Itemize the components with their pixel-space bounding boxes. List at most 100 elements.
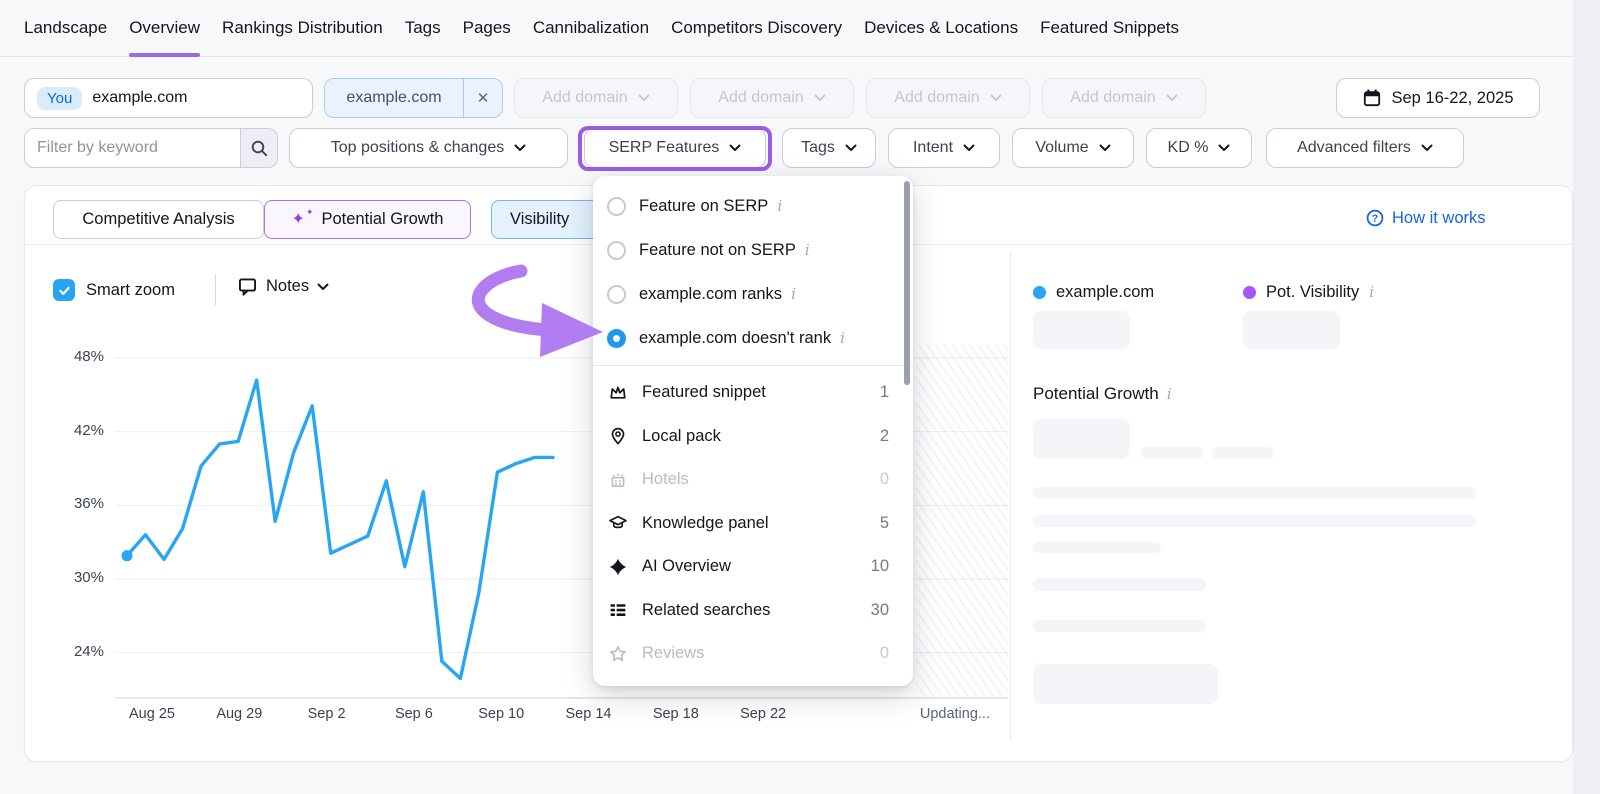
radio-icon[interactable]	[607, 285, 626, 304]
nav-item-competitors-discovery[interactable]: Competitors Discovery	[671, 0, 842, 57]
nav-item-devices-locations[interactable]: Devices & Locations	[864, 0, 1018, 57]
add-domain-dropdown-2[interactable]: Add domain	[690, 78, 854, 118]
feature-related-searches[interactable]: Related searches 30	[593, 589, 913, 633]
top-positions-filter[interactable]: Top positions & changes	[289, 128, 568, 168]
page-right-gutter	[1573, 0, 1600, 794]
nav-item-tags[interactable]: Tags	[405, 0, 441, 57]
you-domain-value: example.com	[92, 89, 187, 107]
notes-label: Notes	[266, 277, 309, 296]
info-icon[interactable]: i	[791, 287, 796, 302]
option-feature-not-on-serp[interactable]: Feature not on SERP i	[593, 228, 913, 272]
feature-count: 1	[880, 383, 889, 402]
keyword-filter-input[interactable]: Filter by keyword	[24, 128, 278, 168]
info-icon[interactable]: i	[1167, 387, 1172, 402]
crown-icon	[608, 383, 628, 403]
feature-ai-overview[interactable]: AI Overview 10	[593, 545, 913, 589]
nav-item-cannibalization[interactable]: Cannibalization	[533, 0, 649, 57]
nav-item-landscape[interactable]: Landscape	[24, 0, 107, 57]
serp-features-filter[interactable]: SERP Features	[584, 128, 766, 168]
info-icon[interactable]: i	[840, 331, 845, 346]
advanced-filters[interactable]: Advanced filters	[1266, 128, 1464, 168]
chevron-down-icon	[845, 144, 857, 152]
skeleton-loader	[1141, 447, 1203, 459]
how-it-works-label: How it works	[1392, 209, 1486, 228]
feature-featured-snippet[interactable]: Featured snippet 1	[593, 371, 913, 415]
add-domain-label: Add domain	[1070, 89, 1155, 107]
skeleton-loader	[1212, 447, 1274, 459]
calendar-icon	[1362, 88, 1382, 108]
domain-bar: You example.com example.com ✕ Add domain…	[0, 78, 1573, 118]
feature-name: Hotels	[642, 470, 866, 489]
volume-filter[interactable]: Volume	[1012, 128, 1134, 168]
top-positions-label: Top positions & changes	[331, 139, 504, 157]
dropdown-divider	[593, 365, 913, 366]
skeleton-loader	[1033, 487, 1476, 499]
feature-count: 30	[871, 601, 889, 620]
option-label: Feature not on SERP	[639, 241, 796, 260]
option-feature-on-serp[interactable]: Feature on SERPi	[593, 184, 913, 228]
chevron-down-icon	[638, 94, 650, 102]
radio-icon[interactable]	[607, 197, 626, 216]
notes-dropdown[interactable]: Notes	[237, 276, 329, 297]
tab-competitive-analysis[interactable]: Competitive Analysis	[53, 200, 264, 239]
four-point-star-icon	[608, 557, 628, 577]
check-icon	[57, 283, 72, 298]
svg-text:?: ?	[1372, 213, 1378, 225]
radio-checked-icon[interactable]	[607, 329, 626, 348]
add-domain-dropdown-4[interactable]: Add domain	[1042, 78, 1206, 118]
feature-count: 0	[880, 470, 889, 489]
potential-growth-title: Potential Growth i	[1033, 384, 1172, 404]
smart-zoom-checkbox[interactable]	[53, 279, 75, 301]
kd-filter[interactable]: KD %	[1146, 128, 1252, 168]
sparkle-small-icon: ✦	[306, 208, 314, 217]
feature-name: Reviews	[642, 644, 866, 663]
search-button[interactable]	[240, 129, 277, 167]
skeleton-loader	[1033, 542, 1161, 553]
purple-dot-icon	[1243, 286, 1256, 299]
option-domain-doesnt-rank[interactable]: example.com doesn't ranki	[593, 316, 913, 360]
tags-filter[interactable]: Tags	[782, 128, 876, 168]
note-bubble-icon	[237, 276, 258, 297]
competitor-domain-label: example.com	[325, 89, 463, 107]
smart-zoom-label: Smart zoom	[86, 281, 175, 300]
chevron-down-icon	[514, 144, 526, 152]
you-domain-input[interactable]: You example.com	[24, 78, 313, 118]
close-icon[interactable]: ✕	[464, 89, 502, 107]
nav-item-featured-snippets[interactable]: Featured Snippets	[1040, 0, 1179, 57]
feature-reviews[interactable]: Reviews 0	[593, 632, 913, 676]
blue-dot-icon	[1033, 286, 1046, 299]
nav-item-pages[interactable]: Pages	[463, 0, 511, 57]
info-icon[interactable]: i	[777, 199, 782, 214]
radio-icon[interactable]	[607, 241, 626, 260]
tab-label: Competitive Analysis	[82, 210, 234, 229]
advanced-filters-label: Advanced filters	[1297, 139, 1411, 157]
add-domain-dropdown-1[interactable]: Add domain	[514, 78, 678, 118]
tab-potential-growth[interactable]: ✦✦ Potential Growth	[264, 200, 471, 239]
skeleton-loader	[1033, 419, 1130, 459]
chevron-down-icon	[963, 144, 975, 152]
sparkles-icon: ✦	[292, 212, 305, 228]
nav-item-overview[interactable]: Overview	[129, 0, 200, 57]
legend-label: example.com	[1056, 283, 1154, 302]
date-range-picker[interactable]: Sep 16-22, 2025	[1336, 78, 1540, 118]
feature-local-pack[interactable]: Local pack 2	[593, 415, 913, 459]
info-icon[interactable]: i	[1369, 285, 1374, 300]
how-it-works-link[interactable]: ? How it works	[1365, 208, 1486, 228]
nav-item-rankings-distribution[interactable]: Rankings Distribution	[222, 0, 383, 57]
feature-name: Knowledge panel	[642, 514, 866, 533]
info-icon[interactable]: i	[805, 243, 810, 258]
option-domain-ranks[interactable]: example.com ranks i	[593, 272, 913, 316]
map-pin-icon	[608, 426, 628, 446]
feature-hotels[interactable]: Hotels 0	[593, 458, 913, 502]
tags-label: Tags	[801, 139, 835, 157]
dropdown-scrollbar[interactable]	[904, 181, 910, 385]
add-domain-dropdown-3[interactable]: Add domain	[866, 78, 1030, 118]
option-label: example.com ranks	[639, 285, 782, 304]
hotel-building-icon	[608, 470, 628, 490]
feature-name: Featured snippet	[642, 383, 866, 402]
feature-knowledge-panel[interactable]: Knowledge panel 5	[593, 502, 913, 546]
intent-filter[interactable]: Intent	[888, 128, 1000, 168]
skeleton-loader	[1033, 620, 1206, 632]
competitor-domain-chip[interactable]: example.com ✕	[324, 78, 503, 118]
skeleton-loader	[1033, 664, 1218, 704]
